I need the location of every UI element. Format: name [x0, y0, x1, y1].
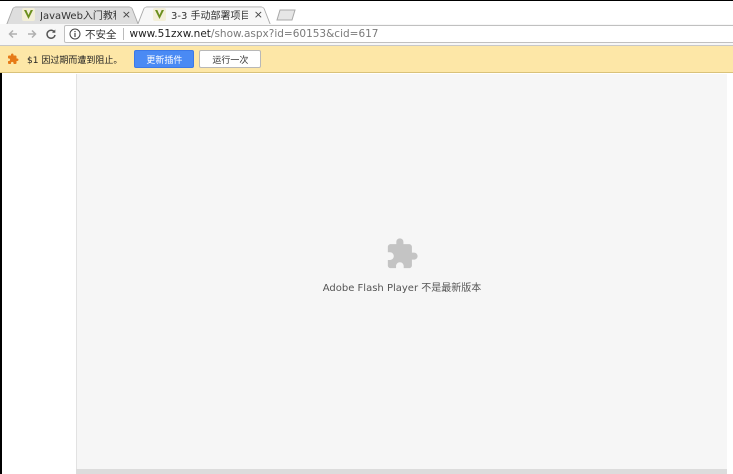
run-once-button[interactable]: 运行一次 [199, 50, 262, 68]
reload-icon [46, 29, 56, 39]
back-button[interactable] [5, 26, 21, 42]
window-left-edge [0, 73, 2, 474]
tab-strip: JavaWeb入门教程-我要 × 3-3 手动部署项目到Tom × [0, 0, 733, 25]
tab-close-button[interactable]: × [254, 8, 263, 21]
update-plugin-button[interactable]: 更新插件 [134, 50, 195, 68]
plugin-blocked-infobar: $1 因过期而遭到阻止。 更新插件 运行一次 [0, 46, 733, 73]
v-favicon-icon [22, 8, 35, 21]
info-icon[interactable] [69, 28, 81, 40]
v-favicon-icon [153, 8, 166, 21]
puzzle-icon [8, 53, 19, 64]
puzzle-icon [387, 238, 418, 269]
browser-window: JavaWeb入门教程-我要 × 3-3 手动部署项目到Tom × [0, 0, 733, 474]
tab-title: JavaWeb入门教程-我要 [40, 11, 116, 22]
url-path: /show.aspx?id=60153&cid=617 [210, 28, 379, 40]
not-secure-label: 不安全 [85, 28, 117, 41]
tab-javaweb[interactable]: JavaWeb入门教程-我要 × [6, 4, 139, 25]
bottom-strip [76, 469, 727, 474]
url-host: www.51zxw.net [129, 28, 211, 40]
infobar-message: $1 因过期而遭到阻止。 [27, 55, 123, 66]
forward-arrow-icon [28, 29, 37, 39]
tab-close-button[interactable]: × [122, 8, 131, 21]
back-arrow-icon [8, 29, 17, 39]
plugin-placeholder-body: Adobe Flash Player 不是最新版本 [77, 237, 727, 294]
right-margin [727, 74, 733, 474]
browser-toolbar: 不安全 www.51zxw.net /show.aspx?id=60153&ci… [0, 24, 733, 46]
address-bar[interactable]: 不安全 www.51zxw.net /show.aspx?id=60153&ci… [64, 25, 733, 43]
tab-deploy-tomcat[interactable]: 3-3 手动部署项目到Tom × [137, 4, 271, 25]
forward-button[interactable] [24, 26, 40, 42]
omnibox-separator [122, 28, 124, 40]
plugin-outdated-message: Adobe Flash Player 不是最新版本 [322, 283, 482, 294]
reload-button[interactable] [43, 26, 59, 42]
new-tab-button[interactable] [276, 9, 296, 21]
flash-plugin-placeholder[interactable]: Adobe Flash Player 不是最新版本 [76, 74, 727, 470]
tab-title: 3-3 手动部署项目到Tom [171, 11, 248, 22]
